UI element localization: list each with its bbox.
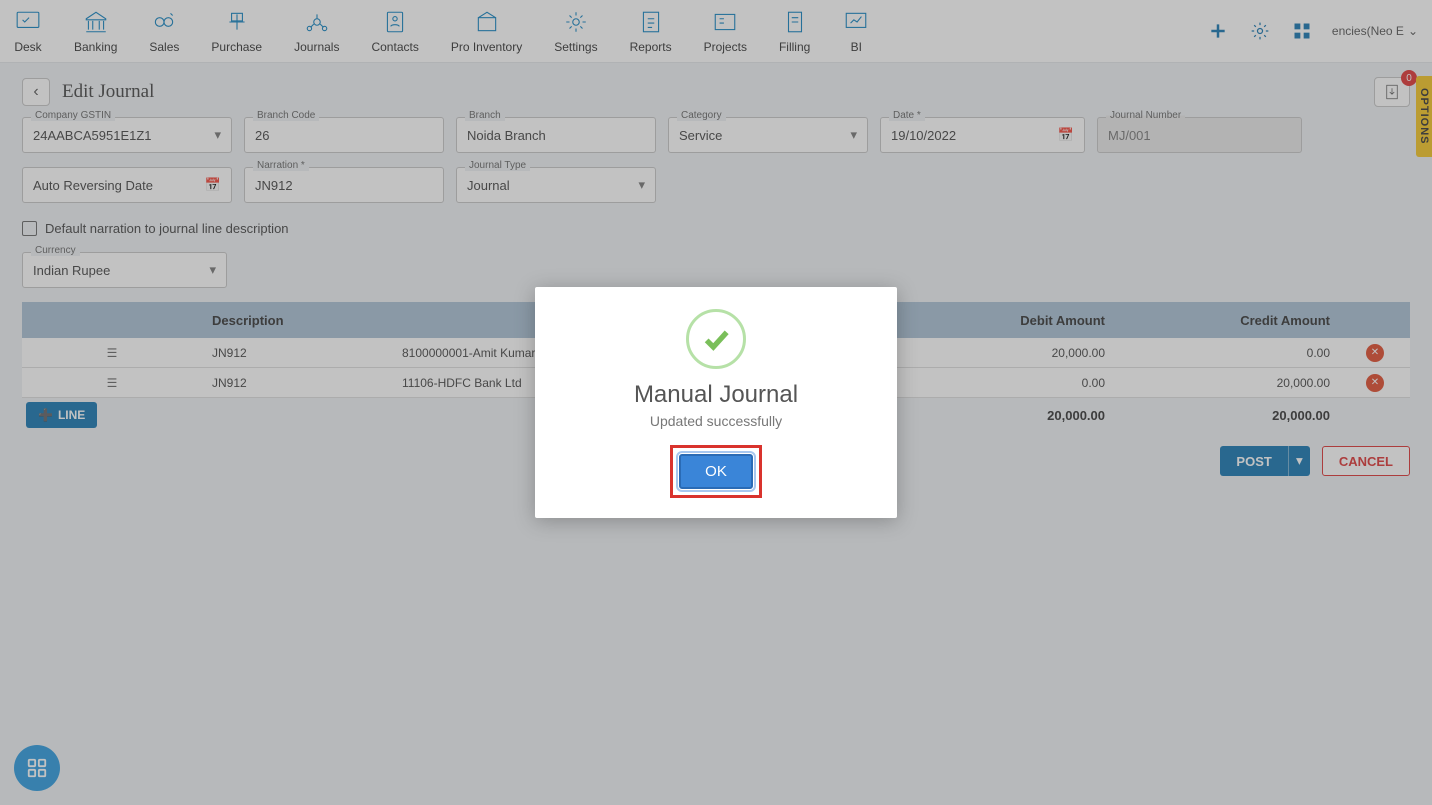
ok-highlight: OK xyxy=(670,445,762,498)
check-circle-icon xyxy=(686,309,746,369)
success-modal: Manual Journal Updated successfully OK xyxy=(535,287,897,518)
ok-button[interactable]: OK xyxy=(679,454,753,489)
modal-title: Manual Journal xyxy=(555,381,877,409)
modal-subtitle: Updated successfully xyxy=(555,413,877,429)
modal-overlay: Manual Journal Updated successfully OK xyxy=(0,0,1432,805)
